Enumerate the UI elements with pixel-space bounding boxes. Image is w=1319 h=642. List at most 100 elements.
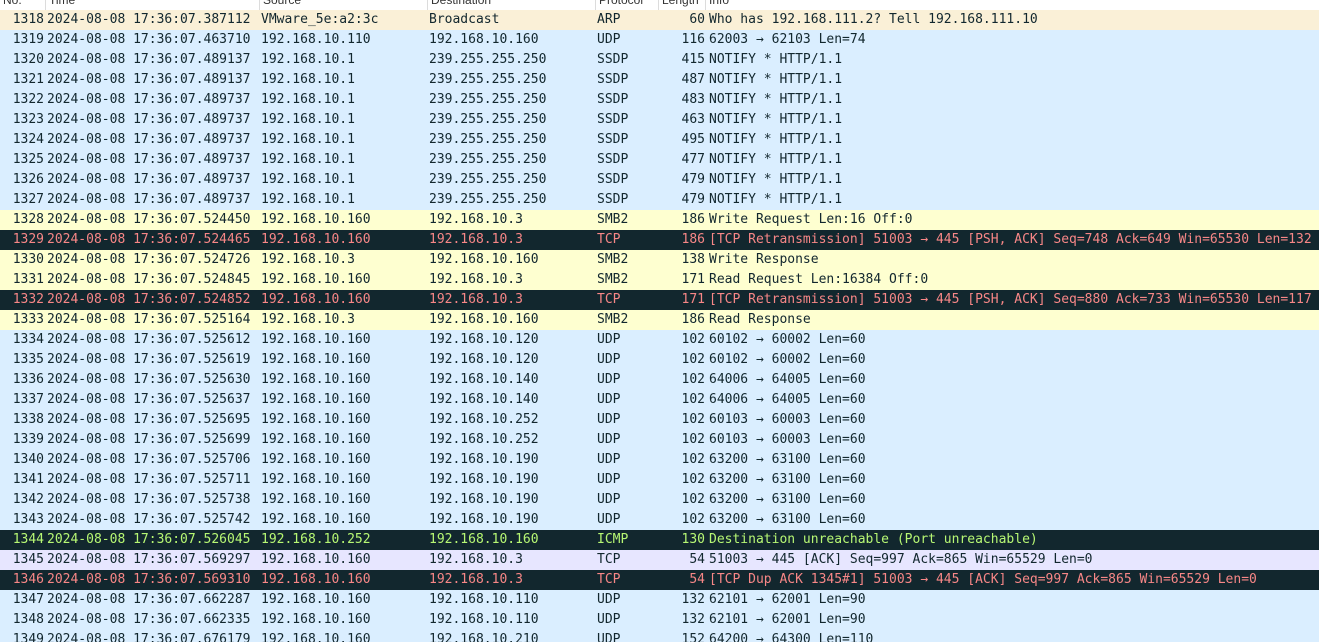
packet-protocol: ARP: [597, 12, 621, 27]
packet-row[interactable]: 1331 2024-08-08 17:36:07.524845 192.168.10…: [0, 270, 1319, 290]
packet-row[interactable]: 1347 2024-08-08 17:36:07.662287 192.168.10…: [0, 590, 1319, 610]
packet-info: NOTIFY * HTTP/1.1: [709, 152, 843, 167]
packet-info: Who has 192.168.111.2? Tell 192.168.111.…: [709, 12, 1038, 27]
packet-protocol: SSDP: [597, 52, 629, 67]
packet-destination: 192.168.10.120: [429, 352, 539, 367]
packet-time: 2024-08-08 17:36:07.524726: [47, 252, 251, 267]
packet-row[interactable]: 1324 2024-08-08 17:36:07.489737 192.168.10…: [0, 130, 1319, 150]
packet-time: 2024-08-08 17:36:07.489137: [47, 72, 251, 87]
packet-info: Write Response: [709, 252, 819, 267]
packet-length: 102: [681, 512, 705, 527]
packet-destination: 192.168.10.110: [429, 592, 539, 607]
packet-length: 54: [689, 552, 705, 567]
packet-protocol: SSDP: [597, 92, 629, 107]
packet-number: 1331: [12, 272, 44, 287]
packet-number: 1336: [12, 372, 44, 387]
packet-number: 1327: [12, 192, 44, 207]
packet-row[interactable]: 1320 2024-08-08 17:36:07.489137 192.168.10…: [0, 50, 1319, 70]
packet-row[interactable]: 1340 2024-08-08 17:36:07.525706 192.168.10…: [0, 450, 1319, 470]
packet-number: 1342: [12, 492, 44, 507]
packet-row[interactable]: 1346 2024-08-08 17:36:07.569310 192.168.10…: [0, 570, 1319, 590]
packet-row[interactable]: 1318 2024-08-08 17:36:07.387112 VMware_5e:…: [0, 10, 1319, 30]
packet-time: 2024-08-08 17:36:07.525742: [47, 512, 251, 527]
packet-number: 1328: [12, 212, 44, 227]
packet-source: 192.168.10.110: [261, 32, 371, 47]
packet-length: 186: [681, 312, 705, 327]
column-header-protocol[interactable]: Protocol: [596, 0, 659, 10]
packet-protocol: UDP: [597, 492, 621, 507]
packet-row[interactable]: 1328 2024-08-08 17:36:07.524450 192.168.10…: [0, 210, 1319, 230]
packet-protocol: SMB2: [597, 312, 629, 327]
packet-row[interactable]: 1345 2024-08-08 17:36:07.569297 192.168.10…: [0, 550, 1319, 570]
packet-row[interactable]: 1330 2024-08-08 17:36:07.524726 192.168.10…: [0, 250, 1319, 270]
packet-length: 479: [681, 172, 705, 187]
packet-row[interactable]: 1333 2024-08-08 17:36:07.525164 192.168.10…: [0, 310, 1319, 330]
packet-row[interactable]: 1335 2024-08-08 17:36:07.525619 192.168.10…: [0, 350, 1319, 370]
packet-info: NOTIFY * HTTP/1.1: [709, 92, 843, 107]
packet-destination: 239.255.255.250: [429, 92, 547, 107]
column-header-no[interactable]: No.: [0, 0, 46, 10]
packet-destination: 192.168.10.3: [429, 292, 523, 307]
packet-time: 2024-08-08 17:36:07.387112: [47, 12, 251, 27]
packet-row[interactable]: 1326 2024-08-08 17:36:07.489737 192.168.10…: [0, 170, 1319, 190]
packet-row[interactable]: 1349 2024-08-08 17:36:07.676179 192.168.10…: [0, 630, 1319, 642]
packet-destination: 192.168.10.190: [429, 512, 539, 527]
packet-time: 2024-08-08 17:36:07.662335: [47, 612, 251, 627]
packet-row[interactable]: 1341 2024-08-08 17:36:07.525711 192.168.10…: [0, 470, 1319, 490]
packet-time: 2024-08-08 17:36:07.525699: [47, 432, 251, 447]
packet-destination: 192.168.10.120: [429, 332, 539, 347]
column-header-destination[interactable]: Destination: [428, 0, 596, 10]
packet-row[interactable]: 1339 2024-08-08 17:36:07.525699 192.168.10…: [0, 430, 1319, 450]
packet-length: 54: [689, 572, 705, 587]
packet-source: 192.168.10.160: [261, 472, 371, 487]
packet-row[interactable]: 1327 2024-08-08 17:36:07.489737 192.168.10…: [0, 190, 1319, 210]
packet-number: 1321: [12, 72, 44, 87]
packet-protocol: UDP: [597, 512, 621, 527]
column-header-time[interactable]: Time: [46, 0, 260, 10]
packet-row[interactable]: 1332 2024-08-08 17:36:07.524852 192.168.10…: [0, 290, 1319, 310]
packet-length: 171: [681, 292, 705, 307]
packet-info: NOTIFY * HTTP/1.1: [709, 52, 843, 67]
packet-row[interactable]: 1319 2024-08-08 17:36:07.463710 192.168.10…: [0, 30, 1319, 50]
packet-protocol: UDP: [597, 472, 621, 487]
packet-row[interactable]: 1334 2024-08-08 17:36:07.525612 192.168.10…: [0, 330, 1319, 350]
packet-row[interactable]: 1342 2024-08-08 17:36:07.525738 192.168.10…: [0, 490, 1319, 510]
packet-number: 1335: [12, 352, 44, 367]
packet-row[interactable]: 1336 2024-08-08 17:36:07.525630 192.168.10…: [0, 370, 1319, 390]
packet-length: 102: [681, 392, 705, 407]
packet-row[interactable]: 1325 2024-08-08 17:36:07.489737 192.168.10…: [0, 150, 1319, 170]
packet-length: 487: [681, 72, 705, 87]
packet-row[interactable]: 1322 2024-08-08 17:36:07.489737 192.168.10…: [0, 90, 1319, 110]
packet-row[interactable]: 1348 2024-08-08 17:36:07.662335 192.168.10…: [0, 610, 1319, 630]
column-header-source[interactable]: Source: [260, 0, 428, 10]
packet-source: 192.168.10.160: [261, 612, 371, 627]
packet-destination: 192.168.10.3: [429, 272, 523, 287]
packet-row[interactable]: 1323 2024-08-08 17:36:07.489737 192.168.10…: [0, 110, 1319, 130]
packet-row[interactable]: 1343 2024-08-08 17:36:07.525742 192.168.10…: [0, 510, 1319, 530]
packet-number: 1339: [12, 432, 44, 447]
packet-number: 1326: [12, 172, 44, 187]
packet-protocol: UDP: [597, 412, 621, 427]
packet-time: 2024-08-08 17:36:07.489737: [47, 112, 251, 127]
packet-destination: 192.168.10.3: [429, 212, 523, 227]
packet-row[interactable]: 1338 2024-08-08 17:36:07.525695 192.168.10…: [0, 410, 1319, 430]
column-header-length[interactable]: Length: [659, 0, 706, 10]
packet-list[interactable]: No. Time Source Destination Protocol Len…: [0, 0, 1319, 642]
packet-source: VMware_5e:a2:3c: [261, 12, 379, 27]
packet-info: [TCP Dup ACK 1345#1] 51003 → 445 [ACK] S…: [709, 572, 1257, 587]
packet-info: 63200 → 63100 Len=60: [709, 452, 866, 467]
packet-length: 479: [681, 192, 705, 207]
packet-row[interactable]: 1344 2024-08-08 17:36:07.526045 192.168.10…: [0, 530, 1319, 550]
packet-row[interactable]: 1321 2024-08-08 17:36:07.489137 192.168.10…: [0, 70, 1319, 90]
packet-info: Destination unreachable (Port unreachabl…: [709, 532, 1038, 547]
packet-source: 192.168.10.1: [261, 92, 355, 107]
packet-protocol: SSDP: [597, 132, 629, 147]
packet-time: 2024-08-08 17:36:07.662287: [47, 592, 251, 607]
packet-length: 60: [689, 12, 705, 27]
column-header-info[interactable]: Info: [706, 0, 1319, 10]
packet-time: 2024-08-08 17:36:07.525695: [47, 412, 251, 427]
packet-length: 495: [681, 132, 705, 147]
packet-length: 415: [681, 52, 705, 67]
packet-row[interactable]: 1337 2024-08-08 17:36:07.525637 192.168.10…: [0, 390, 1319, 410]
packet-row[interactable]: 1329 2024-08-08 17:36:07.524465 192.168.10…: [0, 230, 1319, 250]
